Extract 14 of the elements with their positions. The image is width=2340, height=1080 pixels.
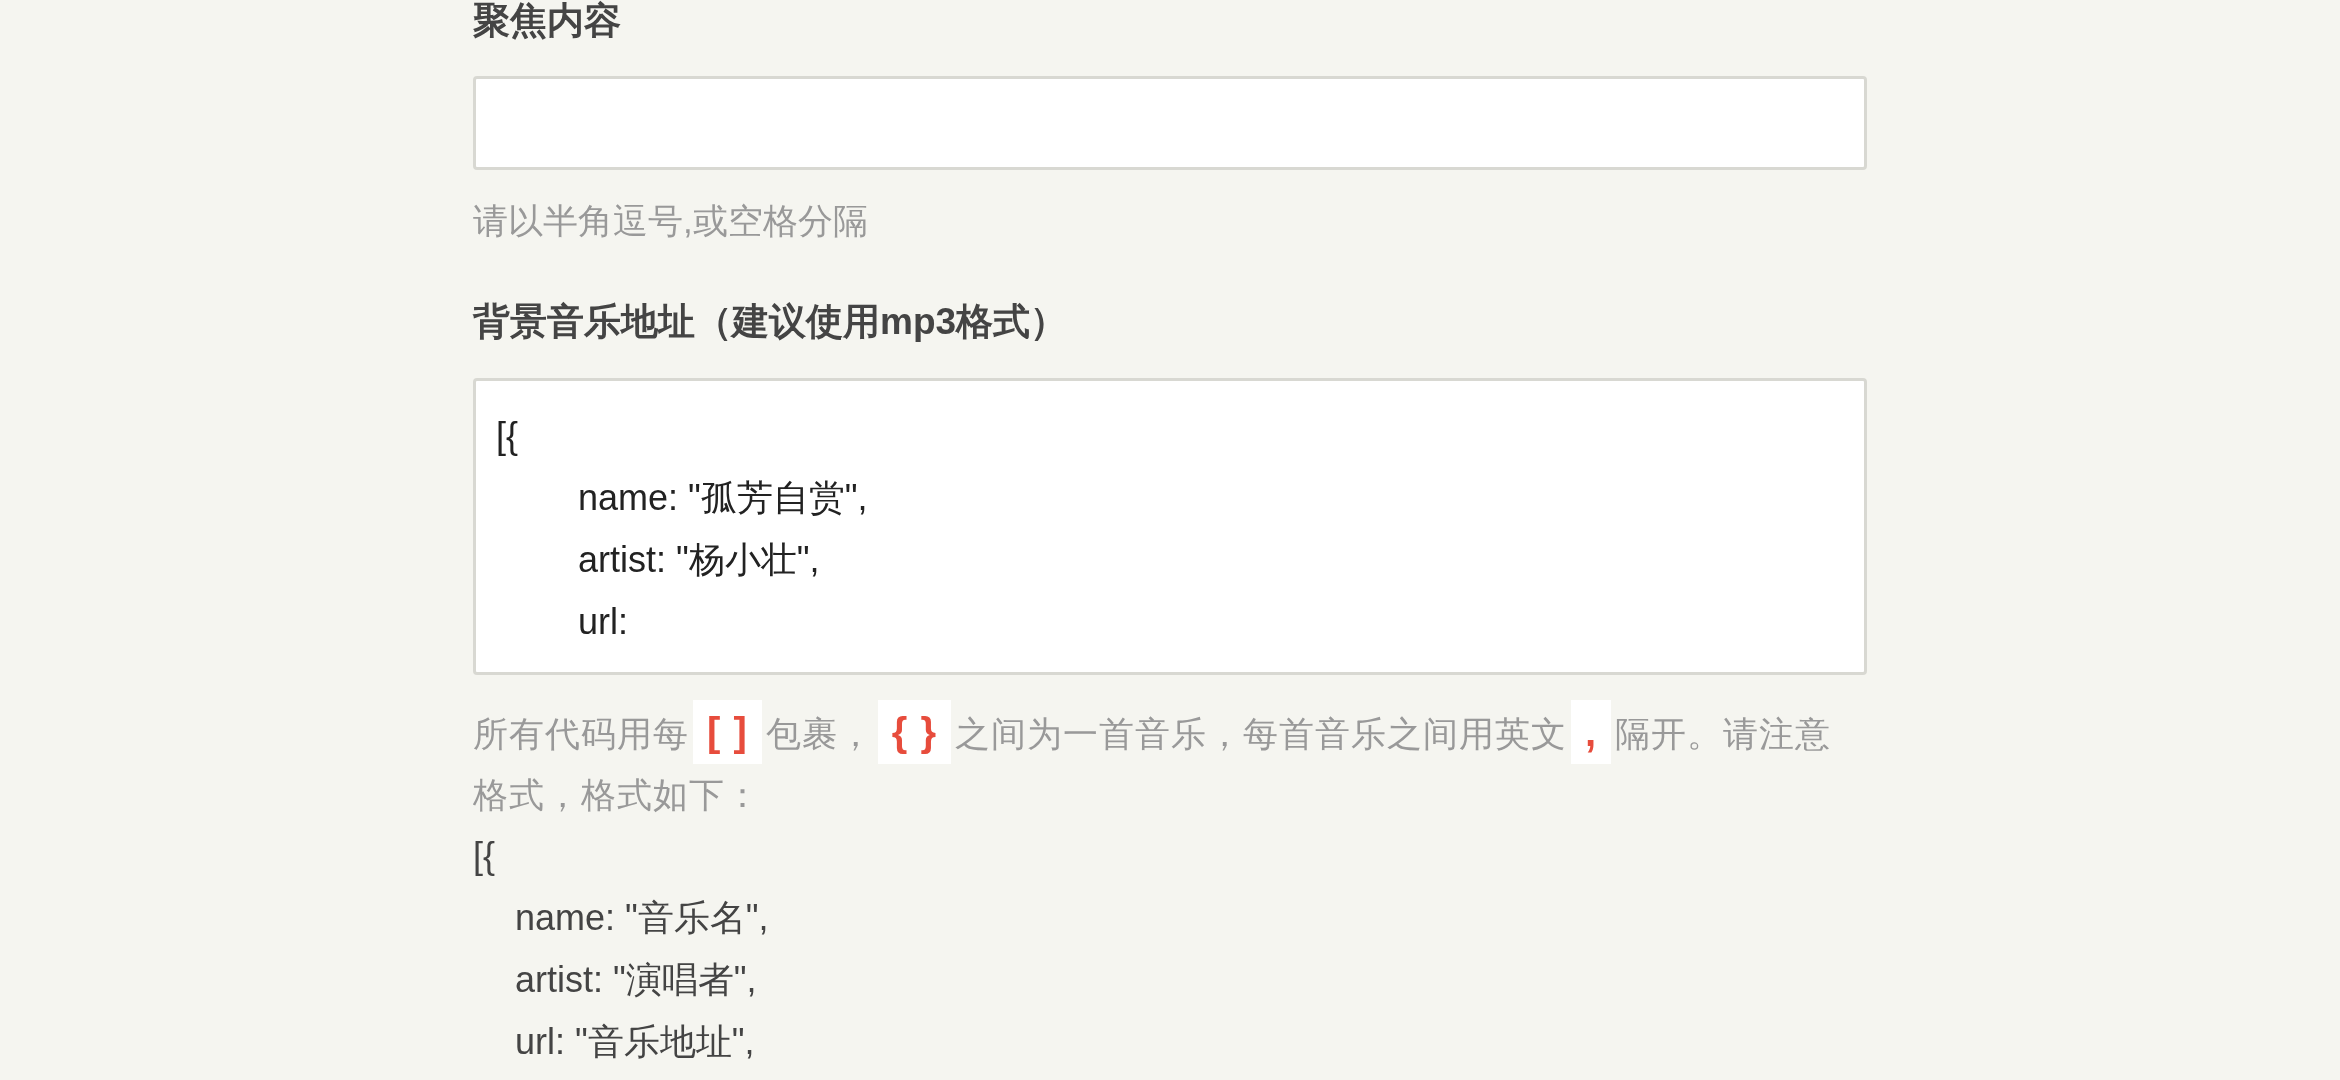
field-label: 背景音乐地址（建议使用mp3格式） [473,301,1069,343]
example-code-line: name: "音乐名", [514,896,770,940]
code-line: [{ [496,414,520,458]
text-area[interactable]: [{ name: "孤芳自赏", artist: "杨小壮", url: [473,378,1867,675]
code-line: artist: "杨小壮", [577,538,821,582]
field-label: 聚焦内容 [473,0,622,42]
example-code-line: [{ [473,834,497,878]
help-text: 所有代码用每 [ ] 包裹， { } 之间为一首音乐，每首音乐之间用英文 , 隔开。请注意格式，格式如下： [473,702,1867,825]
example-code-line: artist: "演唱者", [514,958,758,1002]
input-field[interactable] [473,76,1867,170]
code-line: url: [577,600,629,644]
example-code-line: url: "音乐地址", [514,1020,756,1064]
hint-text: 请以半角逗号,或空格分隔 [473,200,869,242]
code-line: name: "孤芳自赏", [577,476,869,520]
